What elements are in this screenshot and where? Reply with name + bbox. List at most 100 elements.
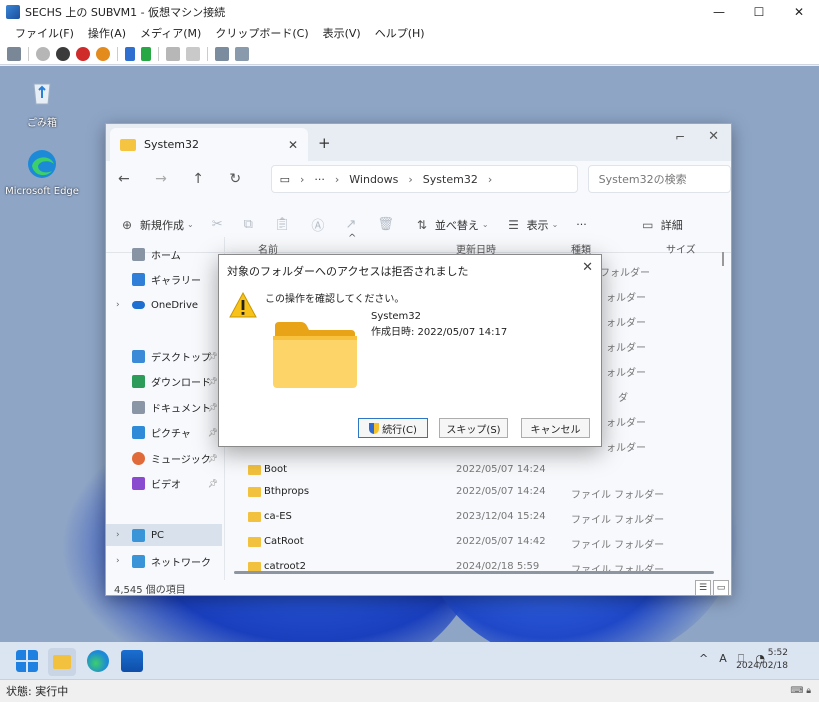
sidebar-item-home[interactable]: ホーム: [106, 243, 222, 265]
sidebar-item-videos[interactable]: ビデオ 📌︎: [106, 472, 222, 494]
pin-icon[interactable]: 📌︎: [208, 377, 218, 386]
column-header-size[interactable]: サイズ: [666, 241, 696, 256]
search-input[interactable]: System32の検索: [587, 165, 732, 193]
breadcrumb-system32[interactable]: System32: [423, 173, 478, 186]
address-bar[interactable]: ▭ › ··· › Windows › System32 ›: [270, 165, 578, 193]
tab-system32[interactable]: System32 ✕: [110, 128, 308, 161]
up-icon[interactable]: ↑: [192, 171, 229, 187]
pin-icon[interactable]: 📌︎: [208, 352, 218, 361]
more-options-button[interactable]: ···: [576, 218, 587, 231]
horizontal-scrollbar[interactable]: [234, 571, 714, 574]
tab-close-button[interactable]: ✕: [288, 138, 298, 152]
minimize-button[interactable]: —: [699, 0, 739, 23]
chevron-right-icon[interactable]: ›: [116, 530, 120, 540]
save-state-icon[interactable]: [96, 46, 110, 61]
menu-media[interactable]: メディア(M): [133, 25, 208, 41]
pin-icon[interactable]: 📌︎: [208, 479, 218, 488]
resume-icon[interactable]: [141, 46, 151, 61]
share-icon: ↗: [345, 217, 357, 232]
menu-action[interactable]: 操作(A): [81, 25, 133, 41]
sort-button[interactable]: ⇅ 並べ替え ⌄: [415, 217, 489, 233]
sort-icon: ⇅: [416, 217, 427, 232]
item-count: 4,545 個の項目: [114, 584, 186, 596]
close-button[interactable]: ✕: [779, 0, 819, 23]
chevron-up-icon[interactable]: ^: [699, 652, 708, 666]
tiles-view-icon[interactable]: ▭: [713, 580, 729, 596]
menu-file[interactable]: ファイル(F): [8, 25, 81, 41]
explorer-close-icon[interactable]: ✕: [708, 129, 719, 144]
forward-icon[interactable]: →: [155, 171, 192, 187]
edge-icon: [28, 150, 56, 178]
enhanced-session-icon[interactable]: [215, 46, 229, 61]
guest-taskbar: ^ A ⎕ ◔ 5:52 2024/02/18: [0, 642, 819, 679]
pin-icon[interactable]: 📌︎: [208, 454, 218, 463]
breadcrumb-ellipsis[interactable]: ···: [314, 173, 325, 186]
video-icon: [132, 476, 145, 490]
sidebar-item-pc[interactable]: › PC: [106, 524, 222, 546]
sidebar-item-desktop[interactable]: デスクトップ 📌︎: [106, 345, 222, 367]
plus-circle-icon: ⊕: [121, 217, 133, 232]
desktop-icon-recycle-bin[interactable]: ごみ箱: [2, 76, 82, 129]
cancel-button[interactable]: キャンセル: [521, 418, 590, 438]
desktop-icon-edge[interactable]: Microsoft Edge: [2, 148, 82, 197]
sidebar-item-documents[interactable]: ドキュメント 📌︎: [106, 396, 222, 418]
sidebar-item-music[interactable]: ミュージック 📌︎: [106, 447, 222, 469]
details-view-icon[interactable]: ☰: [695, 580, 711, 596]
breadcrumb-windows[interactable]: Windows: [349, 173, 398, 186]
vertical-scrollbar[interactable]: [722, 252, 724, 266]
dialog-close-button[interactable]: ✕: [582, 260, 593, 275]
start-icon[interactable]: [36, 46, 50, 61]
clock[interactable]: 5:52 2024/02/18: [736, 647, 788, 673]
refresh-icon[interactable]: ↻: [229, 171, 266, 187]
file-row[interactable]: Bthprops 2022/05/07 14:24 ファイル フォルダー: [232, 481, 712, 506]
file-explorer-icon[interactable]: [48, 648, 76, 676]
file-row[interactable]: catroot2 2024/02/18 5:59 ファイル フォルダー: [232, 556, 712, 581]
continue-button[interactable]: 続行(C): [358, 418, 428, 438]
edge-label: Microsoft Edge: [5, 186, 79, 197]
explorer-minimize-icon[interactable]: ⌐: [675, 130, 685, 144]
toolbar-separator: [28, 46, 29, 61]
pause-icon[interactable]: [125, 46, 135, 61]
details-button[interactable]: ▭ 詳細: [641, 217, 683, 233]
start-icon[interactable]: [16, 650, 38, 672]
edge-icon[interactable]: [87, 650, 109, 672]
sidebar-item-downloads[interactable]: ダウンロード 📌︎: [106, 370, 222, 392]
shutdown-icon[interactable]: [76, 46, 90, 61]
monitor-icon: ▭: [279, 172, 290, 186]
chevron-right-icon[interactable]: ›: [116, 556, 120, 566]
ime-indicator[interactable]: A: [719, 652, 727, 666]
sidebar-item-onedrive[interactable]: › OneDrive: [106, 294, 222, 316]
pin-icon[interactable]: 📌︎: [208, 428, 218, 437]
turn-off-icon[interactable]: [56, 46, 70, 61]
revert-icon[interactable]: [186, 46, 200, 61]
menu-help[interactable]: ヘルプ(H): [368, 25, 432, 41]
clock-date: 2024/02/18: [736, 661, 788, 671]
maximize-button[interactable]: ☐: [739, 0, 779, 23]
new-label: 新規作成: [140, 218, 184, 232]
sidebar-item-network[interactable]: › ネットワーク: [106, 550, 222, 572]
menu-view[interactable]: 表示(V): [316, 25, 368, 41]
menu-clipboard[interactable]: クリップボード(C): [208, 25, 315, 41]
pin-icon[interactable]: 📌︎: [208, 403, 218, 412]
share-icon[interactable]: [235, 46, 249, 61]
store-icon[interactable]: [121, 650, 143, 672]
file-date: 2022/05/07 14:24: [456, 486, 546, 497]
new-button[interactable]: ⊕ 新規作成 ⌄: [120, 217, 194, 233]
checkpoint-icon[interactable]: [166, 46, 180, 61]
sidebar-item-gallery[interactable]: ギャラリー: [106, 268, 222, 290]
ctrl-alt-del-icon[interactable]: [7, 46, 21, 61]
chevron-right-icon[interactable]: ›: [116, 300, 120, 310]
chevron-down-icon: ⌄: [551, 220, 559, 229]
file-row[interactable]: ca-ES 2023/12/04 15:24 ファイル フォルダー: [232, 506, 712, 531]
back-icon[interactable]: ←: [118, 171, 155, 187]
dialog-message: この操作を確認してください。: [265, 294, 405, 305]
chevron-down-icon: ⌄: [187, 220, 194, 229]
new-tab-button[interactable]: +: [318, 134, 331, 152]
view-button[interactable]: ☰ 表示 ⌄: [507, 217, 559, 233]
sidebar-item-label: ホーム: [151, 250, 181, 262]
file-row[interactable]: CatRoot 2022/05/07 14:42 ファイル フォルダー: [232, 531, 712, 556]
file-type: ォルダー: [606, 443, 646, 454]
vm-status-label: 状態: 実行中: [6, 685, 69, 698]
skip-button[interactable]: スキップ(S): [439, 418, 508, 438]
sidebar-item-pictures[interactable]: ピクチャ 📌︎: [106, 421, 222, 443]
